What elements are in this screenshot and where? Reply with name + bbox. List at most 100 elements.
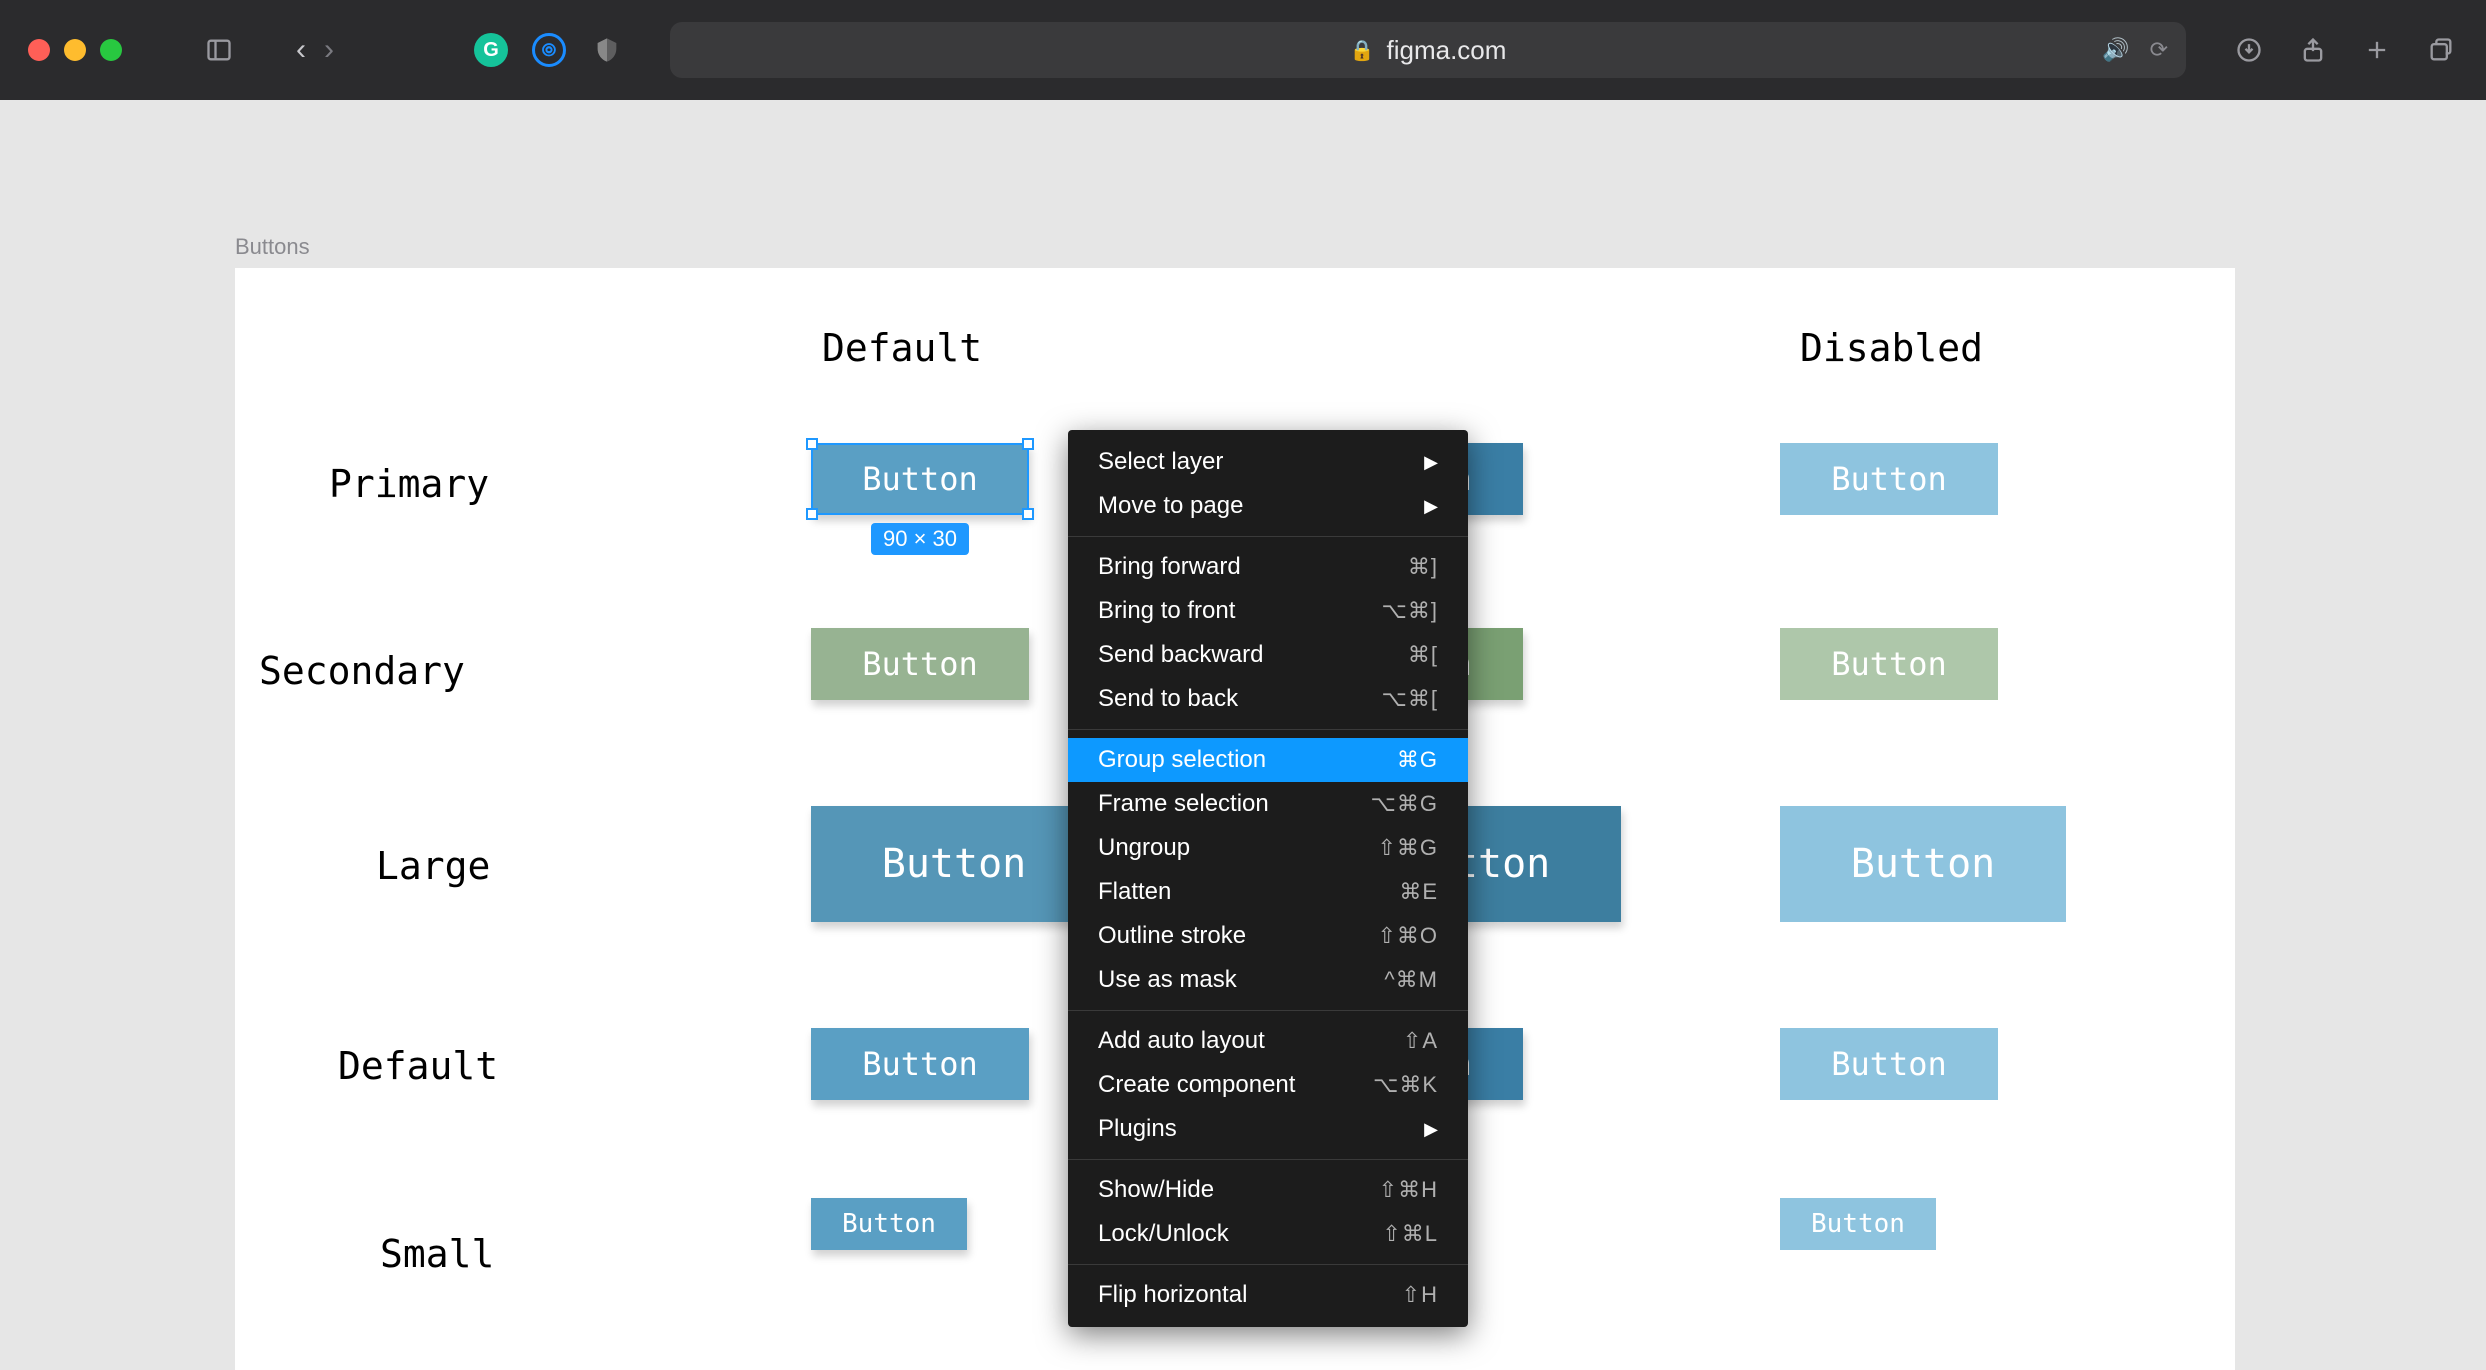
button-large-disabled[interactable]: Button <box>1780 806 2066 922</box>
menu-lock-unlock[interactable]: Lock/Unlock ⇧⌘L <box>1068 1212 1468 1256</box>
menu-shortcut: ⌥⌘G <box>1371 791 1438 817</box>
menu-frame-selection[interactable]: Frame selection ⌥⌘G <box>1068 782 1468 826</box>
menu-ungroup[interactable]: Ungroup ⇧⌘G <box>1068 826 1468 870</box>
menu-label: Ungroup <box>1098 834 1190 862</box>
selection-handle-tr[interactable] <box>1022 438 1034 450</box>
privacy-shield-icon[interactable] <box>590 33 624 67</box>
grammarly-extension-icon[interactable]: G <box>474 33 508 67</box>
button-primary-disabled[interactable]: Button <box>1780 443 1998 515</box>
menu-label: Show/Hide <box>1098 1176 1214 1204</box>
menu-shortcut: ⌘E <box>1399 879 1438 905</box>
menu-label: Send backward <box>1098 641 1263 669</box>
menu-select-layer[interactable]: Select layer ▶ <box>1068 440 1468 484</box>
menu-create-component[interactable]: Create component ⌥⌘K <box>1068 1063 1468 1107</box>
column-header-default: Default <box>822 326 982 370</box>
reload-button[interactable]: ⟳ <box>2150 37 2168 63</box>
lock-icon: 🔒 <box>1350 38 1375 63</box>
menu-add-auto-layout[interactable]: Add auto layout ⇧A <box>1068 1019 1468 1063</box>
selection-handle-br[interactable] <box>1022 508 1034 520</box>
menu-label: Plugins <box>1098 1115 1177 1143</box>
menu-shortcut: ⌥⌘[ <box>1382 686 1438 712</box>
selection-dimensions-badge: 90 × 30 <box>871 523 969 555</box>
chevron-right-icon: ▶ <box>1424 452 1438 473</box>
selection-handle-tl[interactable] <box>806 438 818 450</box>
menu-label: Flatten <box>1098 878 1171 906</box>
menu-show-hide[interactable]: Show/Hide ⇧⌘H <box>1068 1168 1468 1212</box>
window-zoom-button[interactable] <box>100 39 122 61</box>
new-tab-icon[interactable] <box>2360 33 2394 67</box>
menu-label: Bring to front <box>1098 597 1235 625</box>
row-label-small: Small <box>380 1232 494 1276</box>
window-close-button[interactable] <box>28 39 50 61</box>
menu-label: Create component <box>1098 1071 1295 1099</box>
window-minimize-button[interactable] <box>64 39 86 61</box>
menu-shortcut: ⌘[ <box>1408 642 1438 668</box>
menu-move-to-page[interactable]: Move to page ▶ <box>1068 484 1468 528</box>
tab-overview-icon[interactable] <box>2424 33 2458 67</box>
figma-canvas[interactable]: Buttons Default Disabled Primary Seconda… <box>0 100 2486 1370</box>
menu-shortcut: ⌘] <box>1408 554 1438 580</box>
button-large-default[interactable]: Button <box>811 806 1097 922</box>
button-small-default[interactable]: Button <box>811 1198 967 1250</box>
menu-divider <box>1068 1010 1468 1011</box>
menu-label: Flip horizontal <box>1098 1281 1247 1309</box>
onepassword-extension-icon[interactable]: ⦾ <box>532 33 566 67</box>
chevron-right-icon: ▶ <box>1424 496 1438 517</box>
menu-send-to-back[interactable]: Send to back ⌥⌘[ <box>1068 677 1468 721</box>
selection-indicator: 90 × 30 <box>811 443 1029 515</box>
menu-outline-stroke[interactable]: Outline stroke ⇧⌘O <box>1068 914 1468 958</box>
column-header-disabled: Disabled <box>1800 326 1983 370</box>
menu-group-selection[interactable]: Group selection ⌘G <box>1068 738 1468 782</box>
menu-shortcut: ⌥⌘] <box>1382 598 1438 624</box>
menu-bring-forward[interactable]: Bring forward ⌘] <box>1068 545 1468 589</box>
button-small-disabled[interactable]: Button <box>1780 1198 1936 1250</box>
menu-shortcut: ⌥⌘K <box>1373 1072 1438 1098</box>
back-button[interactable]: ‹ <box>296 33 306 67</box>
menu-shortcut: ⇧A <box>1403 1028 1438 1054</box>
menu-send-backward[interactable]: Send backward ⌘[ <box>1068 633 1468 677</box>
menu-shortcut: ⌘G <box>1397 747 1438 773</box>
menu-shortcut: ⇧⌘H <box>1379 1177 1438 1203</box>
menu-plugins[interactable]: Plugins ▶ <box>1068 1107 1468 1151</box>
forward-button[interactable]: › <box>324 33 334 67</box>
row-label-large: Large <box>376 844 490 888</box>
menu-shortcut: ^⌘M <box>1384 967 1438 993</box>
menu-shortcut: ⇧⌘G <box>1377 835 1438 861</box>
frame-label[interactable]: Buttons <box>235 234 310 260</box>
menu-divider <box>1068 1264 1468 1265</box>
menu-label: Select layer <box>1098 448 1223 476</box>
menu-bring-to-front[interactable]: Bring to front ⌥⌘] <box>1068 589 1468 633</box>
menu-label: Send to back <box>1098 685 1238 713</box>
chevron-right-icon: ▶ <box>1424 1119 1438 1140</box>
menu-label: Group selection <box>1098 746 1266 774</box>
menu-flatten[interactable]: Flatten ⌘E <box>1068 870 1468 914</box>
menu-label: Bring forward <box>1098 553 1241 581</box>
button-default-disabled[interactable]: Button <box>1780 1028 1998 1100</box>
row-label-primary: Primary <box>329 462 489 506</box>
audio-indicator-icon[interactable]: 🔊 <box>2102 37 2129 63</box>
menu-shortcut: ⇧⌘L <box>1382 1221 1438 1247</box>
menu-label: Frame selection <box>1098 790 1269 818</box>
menu-label: Outline stroke <box>1098 922 1246 950</box>
address-bar[interactable]: 🔒 figma.com 🔊 ⟳ <box>670 22 2186 78</box>
button-default-default[interactable]: Button <box>811 1028 1029 1100</box>
menu-shortcut: ⇧⌘O <box>1377 923 1438 949</box>
browser-chrome: ‹ › G ⦾ 🔒 figma.com 🔊 ⟳ <box>0 0 2486 100</box>
context-menu: Select layer ▶ Move to page ▶ Bring forw… <box>1068 430 1468 1327</box>
button-secondary-default[interactable]: Button <box>811 628 1029 700</box>
menu-flip-horizontal[interactable]: Flip horizontal ⇧H <box>1068 1273 1468 1317</box>
share-icon[interactable] <box>2296 33 2330 67</box>
menu-label: Move to page <box>1098 492 1243 520</box>
row-label-default: Default <box>338 1044 498 1088</box>
downloads-icon[interactable] <box>2232 33 2266 67</box>
sidebar-toggle-icon[interactable] <box>202 33 236 67</box>
selection-handle-bl[interactable] <box>806 508 818 520</box>
menu-use-as-mask[interactable]: Use as mask ^⌘M <box>1068 958 1468 1002</box>
menu-label: Lock/Unlock <box>1098 1220 1229 1248</box>
menu-label: Use as mask <box>1098 966 1237 994</box>
menu-divider <box>1068 536 1468 537</box>
menu-shortcut: ⇧H <box>1402 1282 1438 1308</box>
menu-divider <box>1068 1159 1468 1160</box>
button-secondary-disabled[interactable]: Button <box>1780 628 1998 700</box>
menu-label: Add auto layout <box>1098 1027 1265 1055</box>
